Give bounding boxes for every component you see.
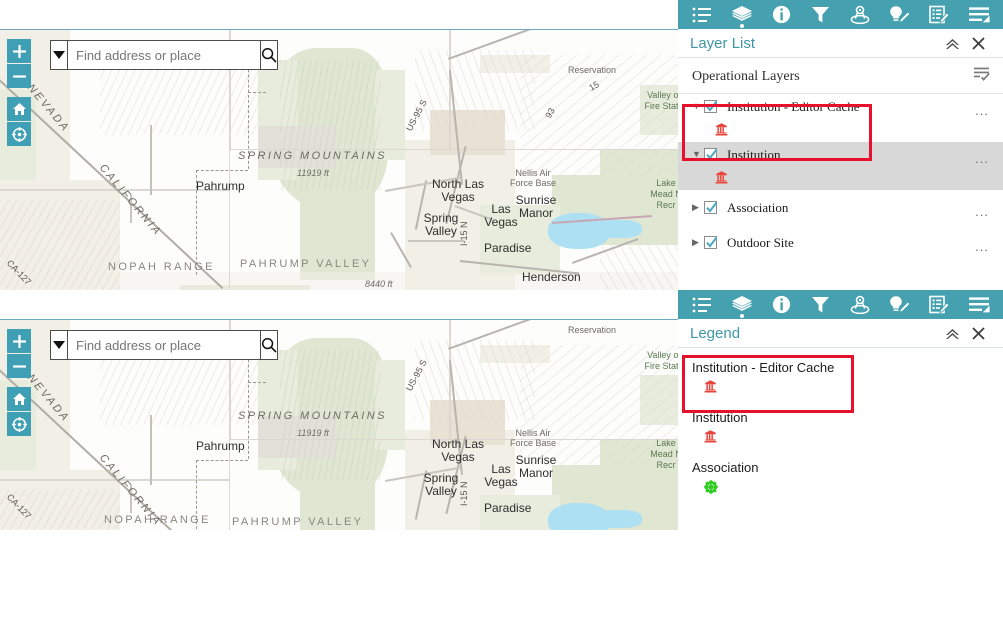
legend-header: Legend	[678, 319, 1003, 348]
map-view-bottom[interactable]: NEVADA CALIFORNIA 127 CA-127 Pahrump SPR…	[0, 319, 678, 530]
panel-title: Layer List	[690, 34, 756, 52]
institution-icon-4	[704, 430, 717, 443]
map-top-whitespace	[0, 0, 678, 29]
layer-list-widget: Layer List Operational Layers ▼ Institut…	[678, 0, 1003, 290]
operational-layers-title: Operational Layers	[692, 68, 800, 84]
map-controls-bottom[interactable]	[7, 329, 31, 437]
layer-menu-button-association[interactable]: ...	[971, 200, 993, 219]
layer-checkbox-institution-editor-cache[interactable]	[704, 100, 718, 113]
home-button[interactable]	[7, 97, 31, 121]
collapse-icon[interactable]	[939, 37, 965, 50]
expand-arrow-icon-association[interactable]: ▶	[692, 200, 704, 212]
near-me-icon[interactable]	[845, 0, 875, 29]
layer-label-association: Association	[727, 200, 789, 215]
widget-toolbar-bottom[interactable]	[678, 290, 1003, 319]
close-icon-2[interactable]	[965, 326, 991, 340]
layer-row-institution-editor-cache[interactable]: ▼ Institution - Editor Cache ...	[678, 94, 1003, 122]
chevron-down-icon-2	[53, 341, 65, 349]
active-indicator-dot	[739, 24, 744, 28]
collapse-arrow-icon-2[interactable]: ▼	[692, 147, 704, 159]
layer-checkbox-association[interactable]	[704, 201, 718, 214]
layer-symbol-institution	[678, 170, 1003, 190]
layer-label-institution: Institution	[727, 147, 781, 162]
collapse-arrow-icon[interactable]: ▼	[692, 99, 704, 111]
map-view-top[interactable]: NEVADA CALIFORNIA 127 CA-127 Pahrump SPR…	[0, 29, 678, 290]
institution-icon-3	[704, 380, 717, 393]
layer-menu-button-outdoor-site[interactable]: ...	[971, 235, 993, 254]
locate-button[interactable]	[7, 122, 31, 146]
legend-label-institution-editor-cache: Institution - Editor Cache	[692, 360, 835, 375]
institution-icon-2	[715, 171, 728, 184]
map-middle-whitespace	[0, 290, 678, 319]
filter-icon[interactable]	[806, 0, 836, 29]
widget-toolbar-top[interactable]	[678, 0, 1003, 29]
zoom-out-button-2[interactable]	[7, 354, 31, 378]
search-input-2[interactable]	[68, 331, 260, 359]
layer-checkbox-institution[interactable]	[704, 148, 718, 161]
attribute-table-icon-2[interactable]	[687, 290, 717, 319]
legend-item-association: Association	[678, 443, 1003, 494]
legend-icon-2[interactable]	[964, 290, 994, 319]
map-bottom-whitespace	[0, 530, 678, 631]
operational-layers-header: Operational Layers	[678, 58, 1003, 94]
layer-list-header: Layer List	[678, 29, 1003, 58]
layer-row-association[interactable]: ▶ Association ...	[678, 190, 1003, 223]
edit-form-icon-2[interactable]	[924, 290, 954, 319]
legend-label-association: Association	[692, 460, 759, 475]
attribute-table-icon[interactable]	[687, 0, 717, 29]
chevron-down-icon	[53, 51, 65, 59]
search-category-dropdown-2[interactable]	[51, 331, 68, 359]
layer-symbol-institution-editor-cache	[678, 122, 1003, 142]
search-icon	[261, 47, 277, 63]
search-bar-top[interactable]	[50, 40, 278, 70]
association-icon	[704, 480, 718, 494]
about-info-icon-2[interactable]	[766, 290, 796, 319]
zoom-in-button-2[interactable]	[7, 329, 31, 353]
legend-item-institution: Institution	[678, 393, 1003, 443]
close-icon[interactable]	[965, 36, 991, 50]
institution-icon	[715, 123, 728, 136]
layer-label-institution-editor-cache: Institution - Editor Cache	[727, 99, 860, 114]
expand-arrow-icon-outdoor-site[interactable]: ▶	[692, 235, 704, 247]
layer-menu-button-institution-editor-cache[interactable]: ...	[971, 99, 993, 118]
collapse-icon-2[interactable]	[939, 327, 965, 340]
search-submit-button-2[interactable]	[260, 331, 277, 359]
legend-widget: Legend Institution - Editor Cache Instit…	[678, 290, 1003, 631]
legend-symbol-association	[692, 475, 1003, 494]
legend-item-institution-editor-cache: Institution - Editor Cache	[678, 348, 1003, 393]
smart-editor-icon[interactable]	[885, 0, 915, 29]
map-controls-top[interactable]	[7, 39, 31, 147]
smart-editor-icon-2[interactable]	[885, 290, 915, 319]
edit-form-icon[interactable]	[924, 0, 954, 29]
layer-row-institution[interactable]: ▼ Institution ...	[678, 142, 1003, 170]
legend-panel-title: Legend	[690, 324, 741, 342]
legend-symbol-institution-editor-cache	[692, 375, 1003, 393]
layer-row-outdoor-site[interactable]: ▶ Outdoor Site ...	[678, 223, 1003, 258]
active-indicator-dot-2	[739, 314, 744, 318]
search-bar-bottom[interactable]	[50, 330, 278, 360]
layer-label-outdoor-site: Outdoor Site	[727, 235, 794, 250]
layer-list-icon-2[interactable]	[727, 290, 757, 319]
legend-label-institution: Institution	[692, 410, 748, 425]
zoom-out-button[interactable]	[7, 64, 31, 88]
layer-checkbox-outdoor-site[interactable]	[704, 236, 718, 249]
legend-icon[interactable]	[964, 0, 994, 29]
about-info-icon[interactable]	[766, 0, 796, 29]
layer-menu-button-institution[interactable]: ...	[971, 147, 993, 166]
layer-options-icon[interactable]	[973, 66, 991, 87]
search-category-dropdown[interactable]	[51, 41, 68, 69]
locate-button-2[interactable]	[7, 412, 31, 436]
zoom-in-button[interactable]	[7, 39, 31, 63]
search-submit-button[interactable]	[260, 41, 277, 69]
search-icon-2	[261, 337, 277, 353]
search-input[interactable]	[68, 41, 260, 69]
near-me-icon-2[interactable]	[845, 290, 875, 319]
legend-symbol-institution	[692, 425, 1003, 443]
filter-icon-2[interactable]	[806, 290, 836, 319]
home-button-2[interactable]	[7, 387, 31, 411]
layer-list-icon[interactable]	[727, 0, 757, 29]
